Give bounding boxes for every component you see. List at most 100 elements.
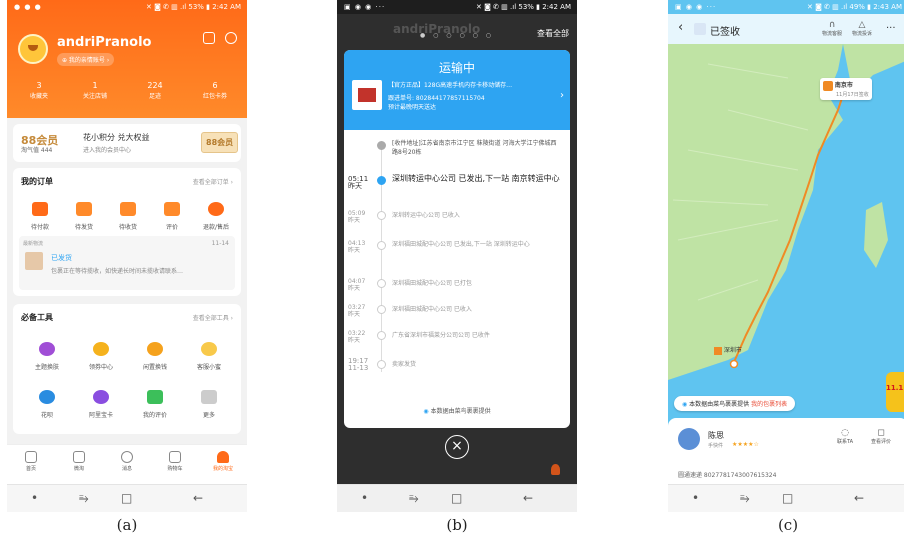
user-icon <box>217 451 229 463</box>
route-map[interactable]: 南京市 11月17日签收 深圳市 ◉ 本数据由菜鸟裹裹提供 我的包裹列表 11.1… <box>668 0 904 430</box>
settings-gear-icon[interactable] <box>225 32 237 44</box>
nav-home-icon[interactable]: □ <box>121 491 132 505</box>
view-reviews-button[interactable]: ◻ 查看评价 <box>866 428 896 445</box>
tool-label[interactable]: 客服小蜜 <box>187 362 231 371</box>
stat-value: 6 <box>212 81 218 90</box>
comment-icon[interactable] <box>164 202 180 216</box>
view-all-link[interactable]: 查看全部 <box>537 28 569 39</box>
order-item-label[interactable]: 待收货 <box>106 222 150 231</box>
more-menu-button[interactable]: ··· <box>886 23 896 34</box>
data-source-pill[interactable]: ◉ 本数据由菜鸟裹裹提供 我的包裹列表 <box>674 396 796 411</box>
modal-header[interactable]: 运输中 【官方正品】128G高速手机内存卡移动储存… 跟进单号: 8028441… <box>344 50 570 130</box>
tool-label[interactable]: 领券中心 <box>79 362 123 371</box>
delivery-address: [收件地址]江苏省南京市江宁区 秣陵街道 河海大学江宁佛城西路8号20栋 <box>392 140 557 156</box>
destination-marker[interactable]: 南京市 11月17日签收 <box>820 78 872 100</box>
theme-skin-icon[interactable] <box>39 342 55 356</box>
nav-recent-icon[interactable]: ⥱ <box>409 491 419 506</box>
location-pin-icon <box>377 141 386 150</box>
package-list-link[interactable]: 我的包裹列表 <box>751 401 787 408</box>
tab-weitao[interactable]: 微淘 <box>59 451 99 472</box>
tab-label: 微淘 <box>73 466 84 472</box>
top-bar: ‹ 已签收 ∩ 物流客服 △ 物流投诉 ··· <box>668 14 904 44</box>
tab-cart[interactable]: 购物车 <box>155 451 195 472</box>
customer-service-icon[interactable] <box>201 342 217 356</box>
review-icon[interactable] <box>147 390 163 404</box>
back-chevron-icon[interactable]: ‹ <box>678 20 683 35</box>
latest-logistics[interactable]: 最新物流 11-14 已发货 包裹正在等待揽收，如快递长时间未揽收请联系… <box>19 236 235 290</box>
complaint-button[interactable]: △ 物流投诉 <box>848 20 876 37</box>
tool-label[interactable]: 更多 <box>187 410 231 419</box>
order-item-label[interactable]: 评价 <box>150 222 194 231</box>
nav-back-icon[interactable]: ← <box>854 491 864 505</box>
origin-marker[interactable]: 深圳市 <box>714 345 742 355</box>
phone-screen-b: ▣ ◉ ◉ ··· ✕ ◙ ✆ ▥ .ıl 53% ▮ 2:42 AM andr… <box>337 0 577 512</box>
vip-badge-button[interactable]: 88会员 <box>201 132 239 153</box>
nav-recent-icon[interactable]: ⥱ <box>79 491 89 506</box>
android-nav-bar: • ⥱ □ ← <box>7 484 247 512</box>
package-icon[interactable] <box>76 202 92 216</box>
coupon-center-icon[interactable] <box>93 342 109 356</box>
courier-card: 陈思 手快件 ★★★★☆ ◌ 联系TA ◻ 查看评价 圆通速递 8027781743… <box>668 418 904 488</box>
page-title: 已签收 <box>710 27 740 38</box>
logistics-service-button[interactable]: ∩ 物流客服 <box>818 20 846 37</box>
status-left: ● ● ● <box>14 3 42 11</box>
card-icon[interactable] <box>203 32 215 44</box>
nav-dot[interactable]: • <box>692 491 699 505</box>
truck-icon[interactable] <box>120 202 136 216</box>
nav-recent-icon[interactable]: ⥱ <box>740 491 750 506</box>
weitao-icon <box>73 451 85 463</box>
stat-coupons[interactable]: 6 红包卡券 <box>190 80 240 102</box>
island <box>864 202 888 268</box>
order-item-label[interactable]: 待付款 <box>18 222 62 231</box>
huabei-icon[interactable] <box>39 390 55 404</box>
data-source-text: 本数据由菜鸟裹裹提供 <box>689 401 750 408</box>
order-item-label[interactable]: 待发货 <box>62 222 106 231</box>
timeline-node <box>377 360 386 369</box>
orders-view-all-link[interactable]: 查看全部订单 › <box>193 177 233 186</box>
logistics-label: 最新物流 <box>23 241 44 247</box>
secondhand-icon[interactable] <box>147 342 163 356</box>
tool-label[interactable]: 我的评价 <box>133 410 177 419</box>
avatar[interactable] <box>18 34 48 64</box>
nav-home-icon[interactable]: □ <box>451 491 462 505</box>
warning-icon: △ <box>858 20 866 30</box>
more-grid-icon[interactable] <box>201 390 217 404</box>
tab-messages[interactable]: 消息 <box>107 451 147 472</box>
caption-a: (a) <box>116 516 138 534</box>
chevron-right-icon[interactable]: › <box>560 90 564 101</box>
tools-view-all-link[interactable]: 查看全部工具 › <box>193 313 233 322</box>
stat-footprints[interactable]: 224 足迹 <box>130 80 180 102</box>
courier-rating: ★★★★☆ <box>732 441 759 448</box>
event-text: 广东省深圳市福莱分公司公司 已收件 <box>392 332 490 339</box>
stat-followed-shops[interactable]: 1 关注店铺 <box>70 80 120 102</box>
chat-icon: ◌ <box>841 428 849 438</box>
promo-badge[interactable]: 11.11 <box>886 372 904 412</box>
nav-back-icon[interactable]: ← <box>193 491 203 505</box>
nav-dot[interactable]: • <box>361 491 368 505</box>
review-icon: ◻ <box>877 428 885 438</box>
tab-home[interactable]: 首页 <box>11 451 51 472</box>
tool-label[interactable]: 花呗 <box>25 410 69 419</box>
nav-dot[interactable]: • <box>31 491 38 505</box>
tab-my-taobao[interactable]: 我的淘宝 <box>203 451 243 472</box>
timeline-node-active <box>377 176 386 185</box>
username: andriPranolo <box>57 35 152 50</box>
wallet-icon[interactable] <box>32 202 48 216</box>
nav-back-icon[interactable]: ← <box>523 491 533 505</box>
tool-label[interactable]: 闲置换钱 <box>133 362 177 371</box>
tool-label[interactable]: 阿里宝卡 <box>79 410 123 419</box>
contact-courier-button[interactable]: ◌ 联系TA <box>832 428 858 445</box>
user-icon <box>551 464 560 475</box>
tool-label[interactable]: 主题换肤 <box>25 362 69 371</box>
refund-icon[interactable] <box>208 202 224 216</box>
order-item-label[interactable]: 退款/售后 <box>194 222 238 231</box>
vip-card[interactable]: 88会员 淘气值 444 花小积分 兑大权益 进入我的会员中心 88会员 <box>13 124 241 162</box>
close-modal-button[interactable]: × <box>445 435 469 459</box>
family-account-link[interactable]: ⊕ 我的亲情账号 › <box>57 53 115 66</box>
data-source-text: 本数据由菜鸟裹裹提供 <box>430 408 491 415</box>
sim-card-icon[interactable] <box>93 390 109 404</box>
stat-favorites[interactable]: 3 收藏夹 <box>14 80 64 102</box>
nav-home-icon[interactable]: □ <box>782 491 793 505</box>
courier-avatar <box>678 428 700 450</box>
action-label: 联系TA <box>836 439 854 445</box>
